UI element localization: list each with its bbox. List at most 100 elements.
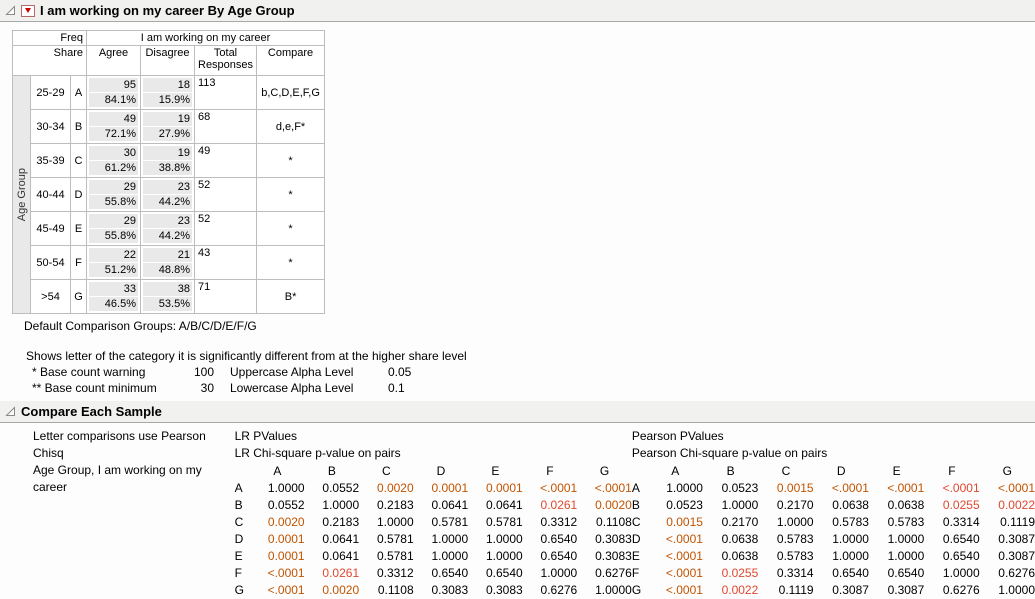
agree-share: 72.1% <box>89 127 138 141</box>
pvalue-cell: 1.0000 <box>359 514 414 531</box>
uppercase-alpha-value: 0.05 <box>372 365 416 379</box>
matrix-row: A1.00000.05230.0015<.0001<.0001<.0001<.0… <box>632 480 1035 497</box>
crosstab-row: >54G3346.5%3853.5%71B* <box>13 280 325 314</box>
pvalue-cell: 0.0638 <box>869 497 924 514</box>
lr-pvalue-matrix: ABCDEFGA1.00000.05520.00200.00010.0001<.… <box>235 463 632 599</box>
crosstab-row: Age Group25-29A9584.1%1815.9%113b,C,D,E,… <box>13 76 325 110</box>
disagree-count: 19 <box>143 146 192 160</box>
pvalue-cell: 0.0641 <box>468 497 523 514</box>
alpha-settings: * Base count warning 100 Uppercase Alpha… <box>32 365 1035 395</box>
pvalue-cell: 1.0000 <box>924 565 979 582</box>
matrix-col-header: G <box>577 463 632 480</box>
column-header-agree: Agree <box>87 46 141 76</box>
agree-cell: 9584.1% <box>87 76 141 110</box>
matrix-row: D0.00010.06410.57811.00001.00000.65400.3… <box>235 531 632 548</box>
disagree-cell: 2344.2% <box>141 212 195 246</box>
matrix-row-label: G <box>235 582 250 599</box>
pvalue-cell: 0.0015 <box>758 480 813 497</box>
crosstab-row: 40-44D2955.8%2344.2%52* <box>13 178 325 212</box>
pvalue-cell: 0.5781 <box>414 514 469 531</box>
compare-letters: B* <box>257 280 325 314</box>
agree-count: 30 <box>89 146 138 160</box>
matrix-row: C0.00200.21831.00000.57810.57810.33120.1… <box>235 514 632 531</box>
crosstab-row: 45-49E2955.8%2344.2%52* <box>13 212 325 246</box>
matrix-row-label: A <box>235 480 250 497</box>
pvalue-cell: 1.0000 <box>523 565 578 582</box>
pvalue-cell: <.0001 <box>523 480 578 497</box>
compare-left-labels: Letter comparisons use Pearson Chisq Age… <box>33 428 235 496</box>
matrix-row: B0.05521.00000.21830.06410.06410.02610.0… <box>235 497 632 514</box>
base-count-warning-label: * Base count warning <box>32 365 180 379</box>
pvalue-cell: 0.6540 <box>814 565 869 582</box>
total-responses-value: 52 <box>195 178 257 212</box>
pvalue-cell: 0.3087 <box>980 548 1035 565</box>
pvalue-cell: 0.5781 <box>359 531 414 548</box>
pvalue-cell: 0.3312 <box>523 514 578 531</box>
matrix-header-row: ABCDEFG <box>235 463 632 480</box>
pvalue-cell: 0.1108 <box>577 514 632 531</box>
matrix-row-label: D <box>632 531 648 548</box>
matrix-col-header: E <box>468 463 523 480</box>
agree-cell: 2251.2% <box>87 246 141 280</box>
total-responses-value: 43 <box>195 246 257 280</box>
age-label: 50-54 <box>31 246 71 280</box>
red-triangle-menu-icon[interactable] <box>21 5 35 17</box>
age-group-axis-label: Age Group <box>16 168 28 221</box>
pvalue-cell: 0.3314 <box>758 565 813 582</box>
disagree-cell: 2148.8% <box>141 246 195 280</box>
pvalue-cell: 0.6276 <box>523 582 578 599</box>
pvalue-cell: 0.6276 <box>577 565 632 582</box>
pvalue-cell: 0.5783 <box>869 514 924 531</box>
pvalue-cell: 0.0001 <box>468 480 523 497</box>
crosstab-row: 30-34B4972.1%1927.9%68d,e,F* <box>13 110 325 144</box>
disagree-count: 19 <box>143 112 192 126</box>
compare-letters: * <box>257 212 325 246</box>
agree-count: 29 <box>89 180 138 194</box>
crosstab-row: 35-39C3061.2%1938.8%49* <box>13 144 325 178</box>
disagree-count: 21 <box>143 248 192 262</box>
pvalue-cell: 0.6540 <box>924 531 979 548</box>
total-responses-value: 113 <box>195 76 257 110</box>
pvalue-cell: 0.0022 <box>703 582 758 599</box>
pvalue-cell: 1.0000 <box>814 531 869 548</box>
pvalue-cell: <.0001 <box>869 480 924 497</box>
age-label: >54 <box>31 280 71 314</box>
pvalue-cell: 0.0641 <box>305 548 360 565</box>
disclosure-triangle-icon[interactable] <box>4 5 16 17</box>
disagree-cell: 1927.9% <box>141 110 195 144</box>
matrix-col-header: A <box>250 463 305 480</box>
compare-each-sample-bar: Compare Each Sample <box>0 401 1035 423</box>
agree-share: 55.8% <box>89 195 138 209</box>
disagree-share: 15.9% <box>143 93 192 107</box>
total-responses-value: 71 <box>195 280 257 314</box>
report-title-bar: I am working on my career By Age Group <box>0 0 1035 22</box>
disagree-count: 23 <box>143 214 192 228</box>
agree-cell: 3346.5% <box>87 280 141 314</box>
lowercase-alpha-label: Lowercase Alpha Level <box>214 381 372 395</box>
pvalue-cell: 0.5783 <box>758 531 813 548</box>
pvalue-cell: 1.0000 <box>648 480 703 497</box>
compare-letters: b,C,D,E,F,G <box>257 76 325 110</box>
default-comparison-groups-note: Default Comparison Groups: A/B/C/D/E/F/G <box>24 319 1035 333</box>
agree-cell: 3061.2% <box>87 144 141 178</box>
disagree-share: 53.5% <box>143 297 192 311</box>
matrix-row-label: F <box>632 565 648 582</box>
disagree-count: 38 <box>143 282 192 296</box>
agree-count: 22 <box>89 248 138 262</box>
pvalue-cell: 0.3087 <box>814 582 869 599</box>
pvalue-cell: 1.0000 <box>758 514 813 531</box>
matrix-col-header: D <box>814 463 869 480</box>
pvalue-cell: 0.0552 <box>305 480 360 497</box>
agree-cell: 4972.1% <box>87 110 141 144</box>
matrix-row-label: C <box>632 514 648 531</box>
disclosure-triangle-icon[interactable] <box>4 406 16 418</box>
matrix-row: C0.00150.21701.00000.57830.57830.33140.1… <box>632 514 1035 531</box>
uppercase-alpha-label: Uppercase Alpha Level <box>214 365 372 379</box>
agree-count: 49 <box>89 112 138 126</box>
pvalue-cell: 0.0015 <box>648 514 703 531</box>
pvalue-cell: 0.0641 <box>305 531 360 548</box>
age-label: 35-39 <box>31 144 71 178</box>
total-label-line1: Total <box>198 47 253 59</box>
disagree-count: 23 <box>143 180 192 194</box>
base-count-minimum-label: ** Base count minimum <box>32 381 180 395</box>
